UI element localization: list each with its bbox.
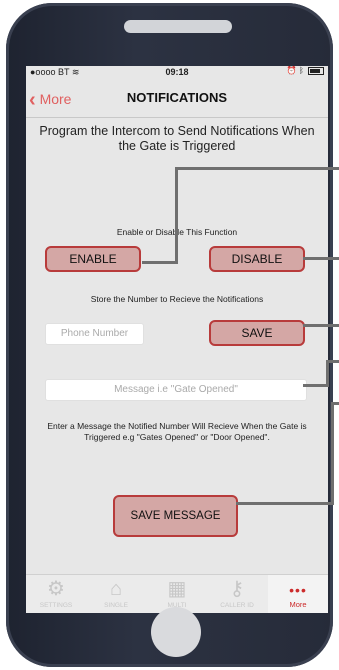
battery-icon	[308, 66, 324, 75]
enable-button[interactable]: ENABLE	[45, 246, 141, 272]
callout-line	[303, 324, 339, 327]
tab-label: More	[289, 600, 307, 609]
message-helper-text: Enter a Message the Notified Number Will…	[47, 421, 307, 442]
disable-button[interactable]: DISABLE	[209, 246, 305, 272]
callout-line	[176, 167, 339, 170]
alarm-icon: ⏰	[286, 66, 297, 75]
bluetooth-icon: ᛒ	[298, 66, 304, 75]
home-button[interactable]	[151, 607, 201, 657]
status-bar: ●oooo BT ≋ 09:18 ⏰ ᛒ	[26, 66, 328, 78]
more-dots-icon: •••	[289, 582, 307, 598]
tab-label: CALLER ID	[220, 602, 254, 609]
callout-line	[303, 384, 329, 387]
house-icon: ⌂	[109, 578, 123, 600]
phone-frame: ●oooo BT ≋ 09:18 ⏰ ᛒ ‹ More NOTIFICATION…	[6, 3, 333, 667]
save-number-button[interactable]: SAVE	[209, 320, 305, 346]
callout-line	[326, 360, 329, 387]
phone-number-input[interactable]: Phone Number	[45, 323, 144, 345]
callout-line	[331, 402, 334, 505]
save-message-button[interactable]: SAVE MESSAGE	[113, 495, 238, 537]
callout-line	[142, 261, 178, 264]
gear-icon: ⚙	[47, 578, 65, 600]
tab-label: SETTINGS	[39, 602, 73, 609]
tab-label: SINGLE	[104, 602, 128, 609]
tab-more[interactable]: ••• More	[268, 575, 328, 613]
tab-settings[interactable]: ⚙ SETTINGS	[26, 575, 86, 613]
page-title: NOTIFICATIONS	[126, 90, 228, 105]
message-input[interactable]: Message i.e "Gate Opened"	[45, 379, 307, 401]
app-screen: ●oooo BT ≋ 09:18 ⏰ ᛒ ‹ More NOTIFICATION…	[26, 66, 328, 613]
status-time: 09:18	[165, 67, 189, 77]
phone-speaker	[124, 20, 232, 33]
building-icon: ▦	[167, 578, 187, 600]
callout-line	[303, 257, 339, 260]
tab-caller-id[interactable]: ⚷ CALLER ID	[207, 575, 267, 613]
callout-line	[236, 502, 334, 505]
tab-single[interactable]: ⌂ SINGLE	[86, 575, 146, 613]
status-right-icons: ⏰ ᛒ	[287, 66, 324, 75]
callout-line	[175, 167, 178, 264]
key-icon: ⚷	[229, 578, 245, 600]
navigation-bar: ‹ More NOTIFICATIONS	[26, 81, 328, 118]
section-heading: Program the Intercom to Send Notificatio…	[39, 124, 315, 153]
number-label: Store the Number to Recieve the Notifica…	[90, 294, 264, 304]
